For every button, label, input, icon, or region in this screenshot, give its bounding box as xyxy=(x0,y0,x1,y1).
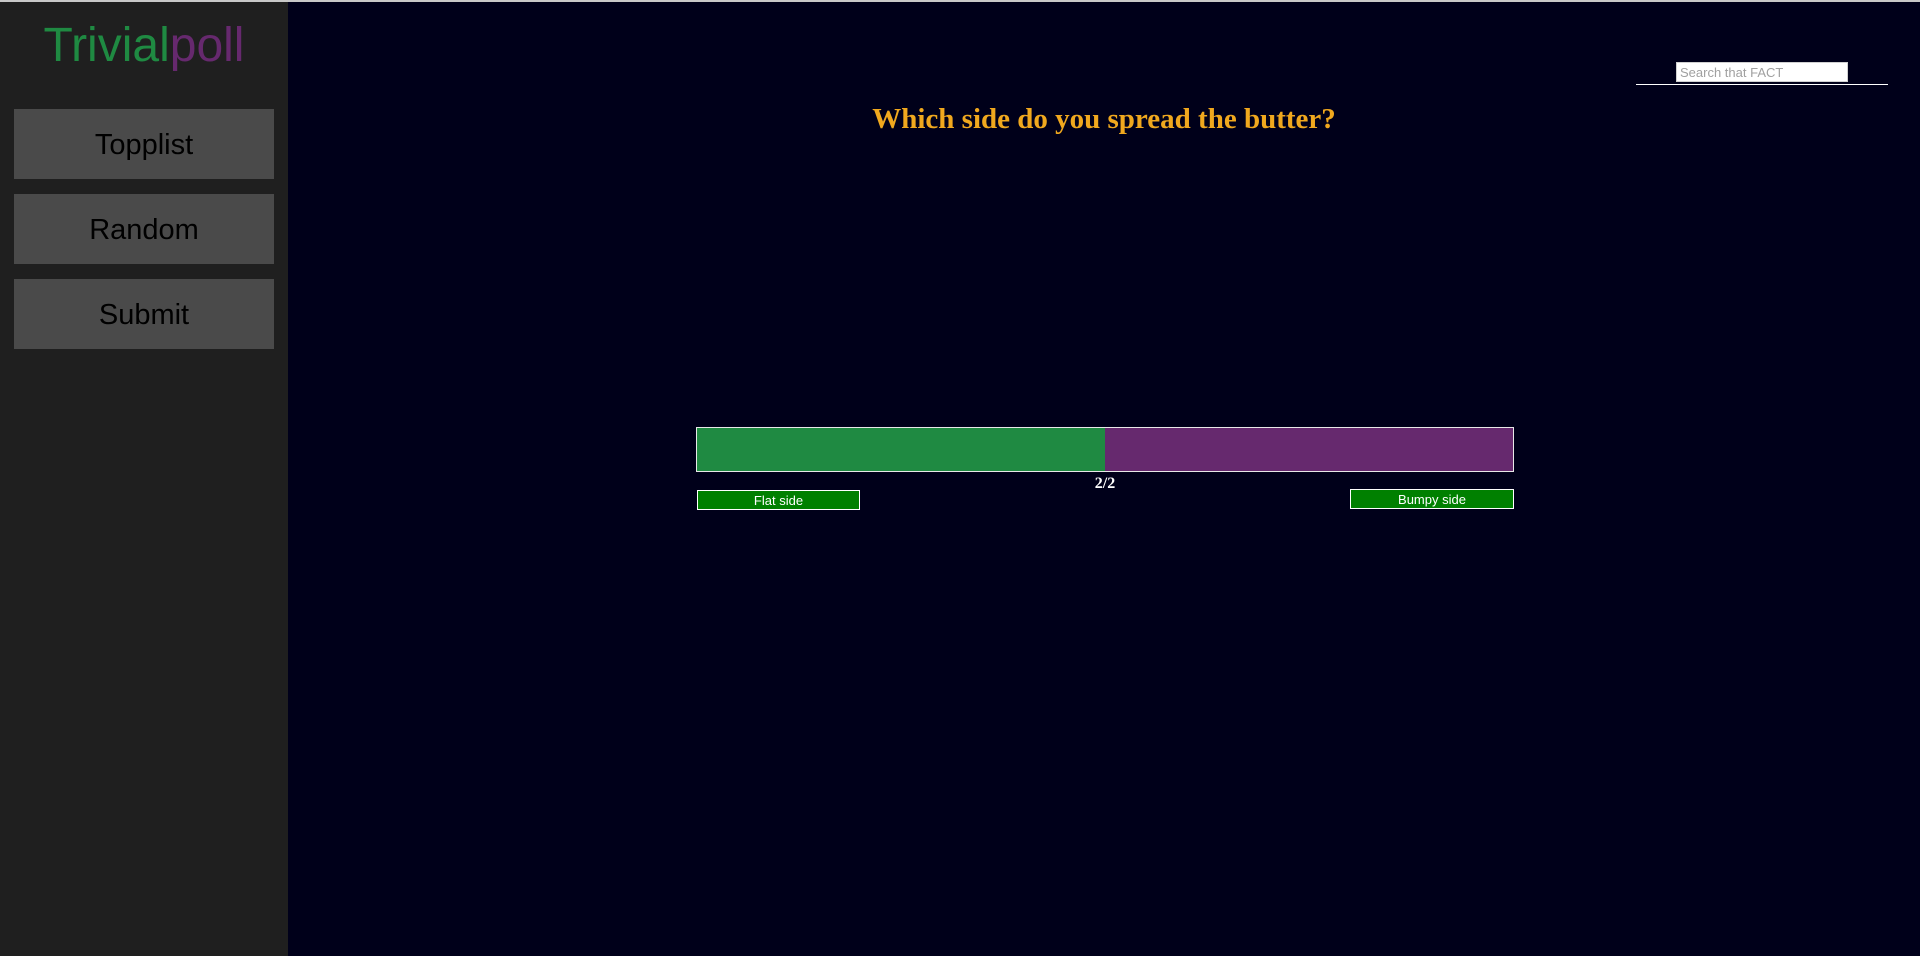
submit-button[interactable]: Submit xyxy=(14,279,274,349)
result-bar-flat-side xyxy=(697,428,1105,471)
top-border xyxy=(0,0,1920,2)
app-logo[interactable]: Trivialpoll xyxy=(0,18,288,74)
answer-flat-side-button[interactable]: Flat side xyxy=(697,490,860,510)
topplist-button-label: Topplist xyxy=(94,129,194,161)
vote-count: 2/2 xyxy=(1094,475,1116,492)
search-container xyxy=(1636,62,1888,85)
result-bar-bumpy-side xyxy=(1105,428,1513,471)
submit-button-label: Submit xyxy=(98,299,190,331)
poll-question: Which side do you spread the butter? xyxy=(872,103,1336,135)
search-input[interactable] xyxy=(1676,62,1848,82)
answer-bumpy-side-button[interactable]: Bumpy side xyxy=(1350,489,1514,509)
logo-text-trivial: Trivial xyxy=(43,19,170,72)
random-button[interactable]: Random xyxy=(14,194,274,264)
topplist-button[interactable]: Topplist xyxy=(14,109,274,179)
random-button-label: Random xyxy=(89,214,199,246)
poll-result-bar xyxy=(696,427,1514,472)
logo-text-poll: poll xyxy=(169,19,245,72)
sidebar: Trivialpoll Topplist Random Submit xyxy=(0,2,288,956)
